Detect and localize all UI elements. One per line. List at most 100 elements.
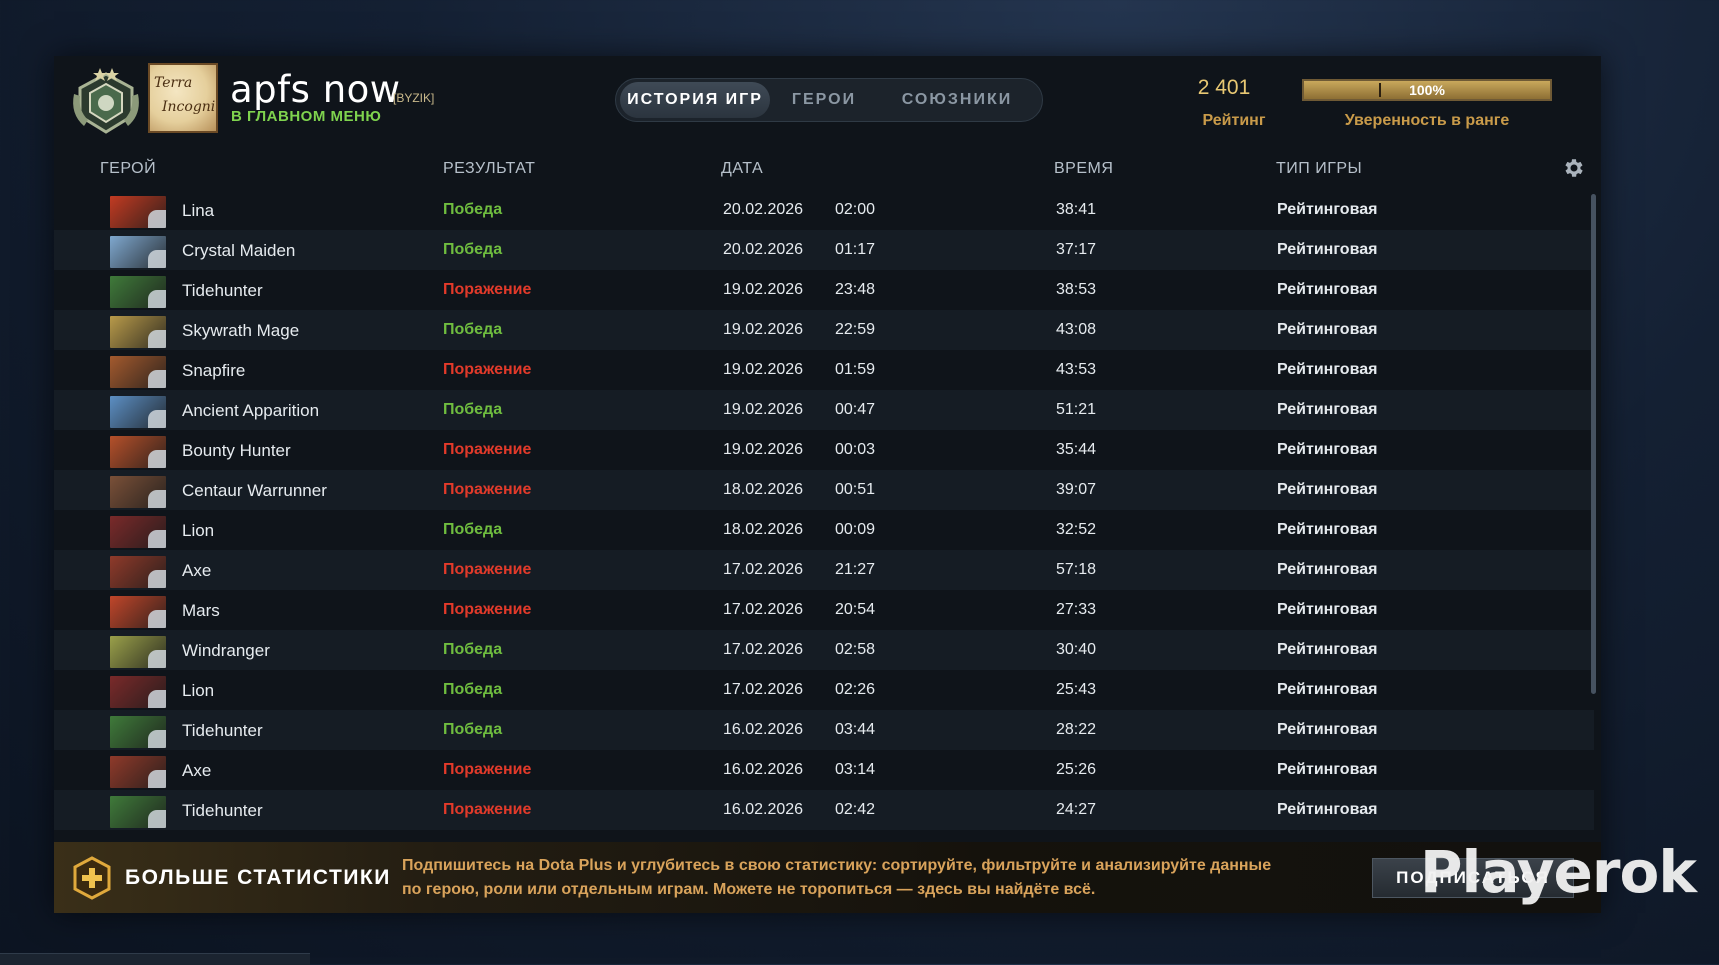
table-row[interactable]: Snapfire Поражение 19.02.2026 01:59 43:53 Рей… bbox=[54, 350, 1594, 390]
role-icon bbox=[148, 250, 166, 268]
dota-plus-banner: БОЛЬШЕ СТАТИСТИКИ Подпишитесь на Dota Pl… bbox=[54, 842, 1601, 913]
match-date: 18.02.2026 bbox=[723, 521, 804, 538]
match-result: Победа bbox=[443, 521, 503, 538]
role-icon bbox=[148, 770, 166, 788]
match-result: Поражение bbox=[443, 561, 532, 578]
table-row[interactable]: Tidehunter Победа 16.02.2026 03:44 28:22 Рейт… bbox=[54, 710, 1594, 750]
match-type: Рейтинговая bbox=[1277, 361, 1378, 378]
column-header-type[interactable]: ТИП ИГРЫ bbox=[1276, 160, 1362, 178]
table-row[interactable]: Mars Поражение 17.02.2026 20:54 27:33 Рейтинг… bbox=[54, 590, 1594, 630]
role-icon bbox=[148, 530, 166, 548]
column-header-time[interactable]: ВРЕМЯ bbox=[1054, 160, 1113, 178]
player-name[interactable]: apfs now bbox=[230, 68, 401, 111]
hero-name: Snapfire bbox=[182, 361, 246, 380]
table-row[interactable]: Tidehunter Поражение 19.02.2026 23:48 38:53 Р… bbox=[54, 270, 1594, 310]
match-duration: 32:52 bbox=[1056, 521, 1097, 538]
column-header-date[interactable]: ДАТА bbox=[721, 160, 763, 178]
match-duration: 57:18 bbox=[1056, 561, 1097, 578]
match-duration: 35:44 bbox=[1056, 441, 1097, 458]
hero-name: Lion bbox=[182, 681, 215, 700]
role-icon bbox=[148, 570, 166, 588]
match-type: Рейтинговая bbox=[1277, 441, 1378, 458]
table-row[interactable]: Tidehunter Поражение 16.02.2026 02:42 24:27 Р… bbox=[54, 790, 1594, 830]
gear-icon[interactable] bbox=[1562, 156, 1586, 180]
match-type: Рейтинговая bbox=[1277, 761, 1378, 778]
match-result: Победа bbox=[443, 201, 503, 218]
hero-portrait bbox=[110, 796, 166, 828]
match-start-time: 02:58 bbox=[835, 641, 876, 658]
hero-name: Axe bbox=[182, 761, 212, 780]
table-row[interactable]: Windranger Победа 17.02.2026 02:58 30:40 Рейт… bbox=[54, 630, 1594, 670]
match-duration: 39:07 bbox=[1056, 481, 1097, 498]
rating-label: Рейтинг bbox=[1202, 112, 1266, 129]
tab-allies[interactable]: СОЮЗНИКИ bbox=[878, 82, 1036, 118]
role-icon bbox=[148, 290, 166, 308]
role-icon bbox=[148, 810, 166, 828]
match-date: 17.02.2026 bbox=[723, 641, 804, 658]
table-row[interactable]: Ancient Apparition Победа 19.02.2026 00:47 5… bbox=[54, 390, 1594, 430]
role-icon bbox=[148, 410, 166, 428]
table-row[interactable]: Axe Поражение 16.02.2026 03:14 25:26 Рейтинго… bbox=[54, 750, 1594, 790]
match-date: 18.02.2026 bbox=[723, 481, 804, 498]
rank-confidence-label: Уверенность в ранге bbox=[1344, 112, 1510, 129]
table-row[interactable]: Lion Победа 17.02.2026 02:26 25:43 Рейтингова… bbox=[54, 670, 1594, 710]
hero-portrait bbox=[110, 356, 166, 388]
match-type: Рейтинговая bbox=[1277, 561, 1378, 578]
match-date: 17.02.2026 bbox=[723, 561, 804, 578]
hero-portrait bbox=[110, 756, 166, 788]
table-row[interactable]: Bounty Hunter Поражение 19.02.2026 00:03 35:… bbox=[54, 430, 1594, 470]
hero-portrait bbox=[110, 236, 166, 268]
scrollbar[interactable] bbox=[1591, 194, 1596, 694]
match-type: Рейтинговая bbox=[1277, 681, 1378, 698]
match-duration: 27:33 bbox=[1056, 601, 1097, 618]
table-row[interactable]: Lina Победа 20.02.2026 02:00 38:41 Рейтингова… bbox=[54, 190, 1594, 230]
hero-name: Tidehunter bbox=[182, 281, 263, 300]
match-duration: 37:17 bbox=[1056, 241, 1097, 258]
rank-medal-icon bbox=[73, 68, 139, 134]
role-icon bbox=[148, 330, 166, 348]
tab-match-history[interactable]: ИСТОРИЯ ИГР bbox=[620, 82, 770, 118]
match-duration: 24:27 bbox=[1056, 801, 1097, 818]
hero-name: Crystal Maiden bbox=[182, 241, 296, 260]
match-start-time: 03:44 bbox=[835, 721, 876, 738]
avatar[interactable]: Terra Incognita bbox=[148, 63, 218, 133]
avatar-text: Terra bbox=[154, 75, 193, 91]
hero-portrait bbox=[110, 636, 166, 668]
hero-portrait bbox=[110, 556, 166, 588]
match-date: 19.02.2026 bbox=[723, 441, 804, 458]
table-row[interactable]: Centaur Warrunner Поражение 18.02.2026 00:5… bbox=[54, 470, 1594, 510]
match-type: Рейтинговая bbox=[1277, 801, 1378, 818]
match-start-time: 01:17 bbox=[835, 241, 876, 258]
hero-name: Axe bbox=[182, 561, 212, 580]
match-duration: 38:41 bbox=[1056, 201, 1097, 218]
hero-portrait bbox=[110, 476, 166, 508]
banner-text: Подпишитесь на Dota Plus и углубитесь в … bbox=[402, 857, 1272, 898]
column-header-hero[interactable]: ГЕРОЙ bbox=[100, 160, 156, 178]
hero-name: Tidehunter bbox=[182, 801, 263, 820]
match-start-time: 03:14 bbox=[835, 761, 876, 778]
match-result: Победа bbox=[443, 641, 503, 658]
hero-portrait bbox=[110, 436, 166, 468]
match-start-time: 01:59 bbox=[835, 361, 876, 378]
table-row[interactable]: Crystal Maiden Победа 20.02.2026 01:17 37:17… bbox=[54, 230, 1594, 270]
role-icon bbox=[148, 450, 166, 468]
tab-bar: ИСТОРИЯ ИГР ГЕРОИ СОЮЗНИКИ bbox=[615, 78, 1043, 122]
match-duration: 25:43 bbox=[1056, 681, 1097, 698]
column-header-result[interactable]: РЕЗУЛЬТАТ bbox=[443, 160, 535, 178]
match-start-time: 00:51 bbox=[835, 481, 876, 498]
match-duration: 38:53 bbox=[1056, 281, 1097, 298]
match-result: Победа bbox=[443, 241, 503, 258]
table-row[interactable]: Skywrath Mage Победа 19.02.2026 22:59 43:08 Р… bbox=[54, 310, 1594, 350]
tab-heroes[interactable]: ГЕРОИ bbox=[774, 82, 874, 118]
hero-name: Ancient Apparition bbox=[182, 401, 320, 420]
hero-name: Centaur Warrunner bbox=[182, 481, 327, 500]
match-result: Поражение bbox=[443, 801, 532, 818]
table-row[interactable]: Lion Победа 18.02.2026 00:09 32:52 Рейтингова… bbox=[54, 510, 1594, 550]
match-result: Поражение bbox=[443, 761, 532, 778]
match-type: Рейтинговая bbox=[1277, 721, 1378, 738]
hero-portrait bbox=[110, 316, 166, 348]
hero-name: Windranger bbox=[182, 641, 270, 660]
table-row[interactable]: Axe Поражение 17.02.2026 21:27 57:18 Рейтинго… bbox=[54, 550, 1594, 590]
match-result: Поражение bbox=[443, 441, 532, 458]
hero-name: Bounty Hunter bbox=[182, 441, 291, 460]
